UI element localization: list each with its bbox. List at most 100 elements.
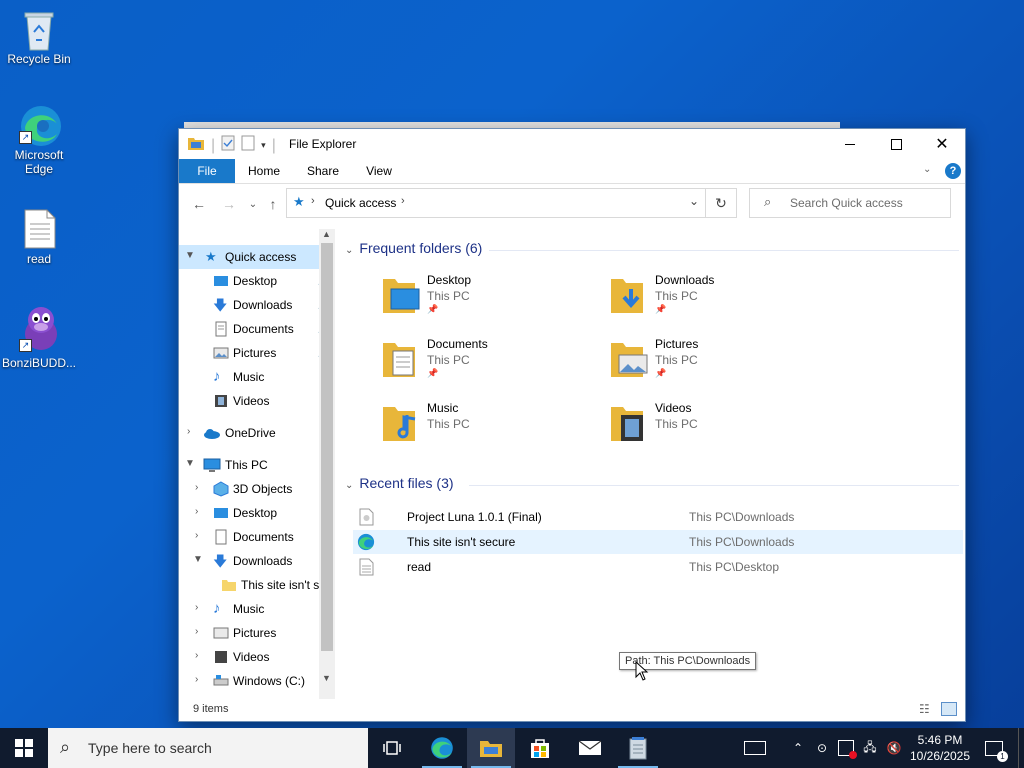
download-arrow-icon: 🡇: [213, 553, 228, 569]
taskbar-file-explorer[interactable]: [467, 728, 515, 768]
frequent-folder-downloads[interactable]: Downloads This PC 📌: [607, 271, 807, 327]
chevron-right-icon[interactable]: ›: [195, 482, 198, 493]
up-button[interactable]: ↑: [263, 194, 283, 214]
recent-locations-button[interactable]: ⌄: [243, 194, 263, 214]
chevron-right-icon[interactable]: ›: [195, 626, 198, 637]
breadcrumb-quick-access[interactable]: Quick access: [325, 196, 396, 210]
scroll-down-icon[interactable]: ▼: [322, 673, 331, 683]
show-desktop-button[interactable]: [1018, 728, 1024, 768]
taskbar-clock[interactable]: 5:46 PM 10/26/2025: [900, 732, 980, 764]
recent-file-row[interactable]: Project Luna 1.0.1 (Final) This PC\Downl…: [353, 505, 963, 529]
nav-pc-desktop[interactable]: › Desktop: [179, 501, 335, 525]
nav-qa-desktop[interactable]: Desktop 📌: [179, 269, 335, 293]
windows-logo-icon: [15, 739, 33, 757]
nav-pc-videos[interactable]: › Videos: [179, 645, 335, 669]
tab-share[interactable]: Share: [301, 159, 345, 183]
nav-qa-music[interactable]: ♪ Music: [179, 365, 335, 389]
status-bar: 9 items ☷: [179, 699, 965, 721]
pin-icon: 📌: [427, 304, 439, 314]
computer-icon: [203, 457, 221, 473]
desktop-icon-recycle-bin[interactable]: Recycle Bin: [1, 8, 77, 66]
generic-file-icon: [359, 508, 374, 526]
file-explorer-window[interactable]: | ▾ | File Explorer ✕ File Home Share Vi…: [178, 128, 966, 722]
nav-onedrive[interactable]: › OneDrive: [179, 421, 335, 445]
taskbar-mail[interactable]: [566, 728, 614, 768]
nav-pc-pictures[interactable]: › Pictures: [179, 621, 335, 645]
maximize-button[interactable]: [873, 129, 919, 159]
expand-ribbon-icon[interactable]: ⌄: [923, 164, 931, 175]
back-button[interactable]: ←: [189, 194, 209, 214]
nav-pc-music[interactable]: › ♪ Music: [179, 597, 335, 621]
arrow-left-icon: ←: [192, 196, 206, 212]
navigation-pane[interactable]: ▼ ★ Quick access Desktop 📌 🡇 Downloads 📌…: [179, 229, 335, 693]
scroll-up-icon[interactable]: ▲: [322, 229, 331, 239]
start-button[interactable]: [0, 728, 48, 768]
nav-pc-documents[interactable]: › Documents: [179, 525, 335, 549]
frequent-folder-documents[interactable]: Documents This PC 📌: [379, 335, 579, 391]
recent-file-row[interactable]: read This PC\Desktop: [353, 555, 963, 579]
chevron-right-icon[interactable]: ›: [195, 650, 198, 661]
action-center-notification-icon[interactable]: 1: [982, 728, 1008, 768]
chevron-right-icon[interactable]: ›: [195, 530, 198, 541]
taskbar-app-document[interactable]: [614, 728, 662, 768]
nav-qa-documents[interactable]: Documents 📌: [179, 317, 335, 341]
desktop-icon-edge[interactable]: ↗ Microsoft Edge: [1, 104, 77, 176]
frequent-folder-music[interactable]: Music This PC: [379, 399, 579, 455]
taskbar-store[interactable]: [516, 728, 564, 768]
desktop-icon-bonzibuddy[interactable]: ↗ BonziBUDD...: [1, 304, 77, 370]
new-folder-icon[interactable]: [241, 135, 255, 156]
recent-file-row[interactable]: This site isn't secure This PC\Downloads: [353, 530, 963, 554]
tab-view[interactable]: View: [359, 159, 399, 183]
tray-network-icon[interactable]: 🖧: [860, 728, 880, 768]
search-box[interactable]: ⌕ Search Quick access: [749, 188, 951, 218]
show-hidden-icons-chevron-up-icon[interactable]: ⌃: [788, 728, 808, 768]
large-icons-view-icon[interactable]: [941, 702, 957, 716]
nav-downloads-child[interactable]: This site isn't se: [179, 573, 335, 597]
nav-quick-access[interactable]: ▼ ★ Quick access: [179, 245, 335, 269]
chevron-right-icon[interactable]: ›: [195, 506, 198, 517]
task-view-button[interactable]: [368, 728, 416, 768]
details-view-icon[interactable]: ☷: [919, 702, 930, 716]
nav-scrollbar[interactable]: ▲ ▼: [319, 229, 335, 699]
nav-pc-downloads[interactable]: ▼ 🡇 Downloads: [179, 549, 335, 573]
frequent-folder-videos[interactable]: Videos This PC: [607, 399, 807, 455]
taskbar-edge[interactable]: [418, 728, 466, 768]
tray-meet-now-icon[interactable]: ⊙: [812, 728, 832, 768]
nav-qa-videos[interactable]: Videos: [179, 389, 335, 413]
forward-button[interactable]: →: [219, 194, 239, 214]
nav-qa-pictures[interactable]: Pictures 📌: [179, 341, 335, 365]
taskbar-search-box[interactable]: ⌕ Type here to search: [48, 728, 368, 768]
chevron-down-icon[interactable]: ▼: [193, 554, 203, 565]
chevron-right-icon[interactable]: ›: [195, 674, 198, 685]
taskbar: ⌕ Type here to search ⌃ ⊙ 🖧 🔇 5:46 PM 10…: [0, 728, 1024, 768]
tab-file[interactable]: File: [179, 159, 235, 183]
refresh-button[interactable]: ↻: [705, 188, 737, 218]
tray-keyboard-icon[interactable]: [740, 728, 770, 768]
customize-toolbar-icon[interactable]: ▾: [261, 140, 266, 151]
nav-pc-windows-c[interactable]: › Windows (C:): [179, 669, 335, 693]
tab-home[interactable]: Home: [243, 159, 285, 183]
content-pane[interactable]: ⌄ Frequent folders (6) Desktop This PC 📌 …: [339, 229, 963, 699]
minimize-button[interactable]: [827, 129, 873, 159]
nav-this-pc[interactable]: ▼ This PC: [179, 453, 335, 477]
chevron-right-icon[interactable]: ›: [195, 602, 198, 613]
chevron-right-icon[interactable]: ›: [187, 426, 190, 437]
close-button[interactable]: ✕: [919, 129, 965, 159]
chevron-down-icon[interactable]: ▼: [185, 250, 195, 261]
recent-files-header[interactable]: ⌄ Recent files (3): [345, 475, 454, 491]
nav-pc-3d-objects[interactable]: › 3D Objects: [179, 477, 335, 501]
address-bar[interactable]: ★ › Quick access › ⌄: [286, 188, 706, 218]
title-bar[interactable]: | ▾ | File Explorer ✕: [179, 129, 965, 159]
desktop-icon-read[interactable]: read: [1, 208, 77, 266]
frequent-folder-pictures[interactable]: Pictures This PC 📌: [607, 335, 807, 391]
address-dropdown-icon[interactable]: ⌄: [689, 194, 699, 208]
tray-security-alert-icon[interactable]: [836, 728, 857, 768]
help-icon[interactable]: ?: [945, 163, 961, 179]
quick-access-star-icon: ★: [205, 249, 217, 264]
frequent-folders-header[interactable]: ⌄ Frequent folders (6): [345, 240, 482, 256]
scroll-thumb[interactable]: [321, 243, 333, 651]
properties-icon[interactable]: [221, 135, 235, 156]
chevron-down-icon[interactable]: ▼: [185, 458, 195, 469]
nav-qa-downloads[interactable]: 🡇 Downloads 📌: [179, 293, 335, 317]
frequent-folder-desktop[interactable]: Desktop This PC 📌: [379, 271, 579, 327]
